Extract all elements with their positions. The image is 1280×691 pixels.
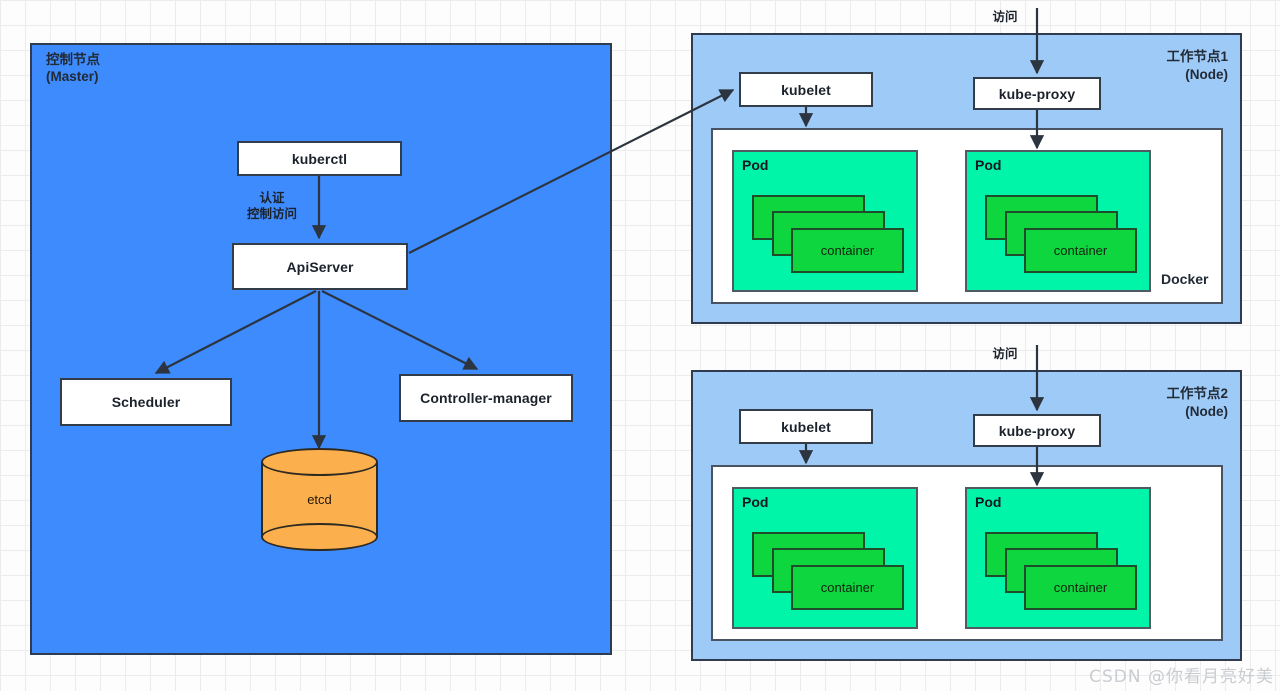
pod-label: Pod xyxy=(742,494,769,510)
worker-node-1-docker-label: Docker xyxy=(1161,271,1209,287)
worker-node-1-pod-2-container-front: container xyxy=(1024,228,1137,273)
etcd-cylinder: etcd xyxy=(261,448,378,551)
kuberctl-label: kuberctl xyxy=(291,150,348,167)
apiserver-box: ApiServer xyxy=(232,243,408,290)
worker-node-2-kube-proxy-box: kube-proxy xyxy=(973,414,1101,447)
scheduler-box: Scheduler xyxy=(60,378,232,426)
kuberctl-box: kuberctl xyxy=(237,141,402,176)
worker-node-2-access-label: 访问 xyxy=(992,347,1018,361)
worker-node-2-pod-2-container-front: container xyxy=(1024,565,1137,610)
etcd-label: etcd xyxy=(307,492,332,507)
diagram-canvas: 控制节点 (Master) kuberctl 认证 控制访问 ApiServer… xyxy=(0,0,1280,691)
controller-manager-box: Controller-manager xyxy=(399,374,573,422)
pod-label: Pod xyxy=(975,157,1002,173)
auth-access-control-label: 认证 控制访问 xyxy=(246,191,297,221)
kubelet-label: kubelet xyxy=(781,81,831,98)
worker-node-1-kubelet-box: kubelet xyxy=(739,72,873,107)
container-label: container xyxy=(820,243,875,258)
master-region xyxy=(30,43,612,655)
container-label: container xyxy=(1053,243,1108,258)
worker-node-1-access-label: 访问 xyxy=(992,10,1018,24)
pod-label: Pod xyxy=(742,157,769,173)
worker-node-1-label: 工作节点1 (Node) xyxy=(1166,49,1228,82)
csdn-watermark: CSDN @你看月亮好美 xyxy=(1089,667,1274,687)
kube-proxy-label: kube-proxy xyxy=(998,422,1076,439)
container-label: container xyxy=(820,580,875,595)
kubelet-label: kubelet xyxy=(781,418,831,435)
pod-label: Pod xyxy=(975,494,1002,510)
worker-node-2-kubelet-box: kubelet xyxy=(739,409,873,444)
scheduler-label: Scheduler xyxy=(111,394,181,410)
container-label: container xyxy=(1053,580,1108,595)
apiserver-label: ApiServer xyxy=(286,258,354,275)
worker-node-1-pod-1-container-front: container xyxy=(791,228,904,273)
worker-node-2-label: 工作节点2 (Node) xyxy=(1166,386,1228,419)
master-region-label: 控制节点 (Master) xyxy=(46,52,100,84)
worker-node-1-kube-proxy-box: kube-proxy xyxy=(973,77,1101,110)
kube-proxy-label: kube-proxy xyxy=(998,85,1076,102)
controller-manager-label: Controller-manager xyxy=(420,390,552,406)
worker-node-2-pod-1-container-front: container xyxy=(791,565,904,610)
